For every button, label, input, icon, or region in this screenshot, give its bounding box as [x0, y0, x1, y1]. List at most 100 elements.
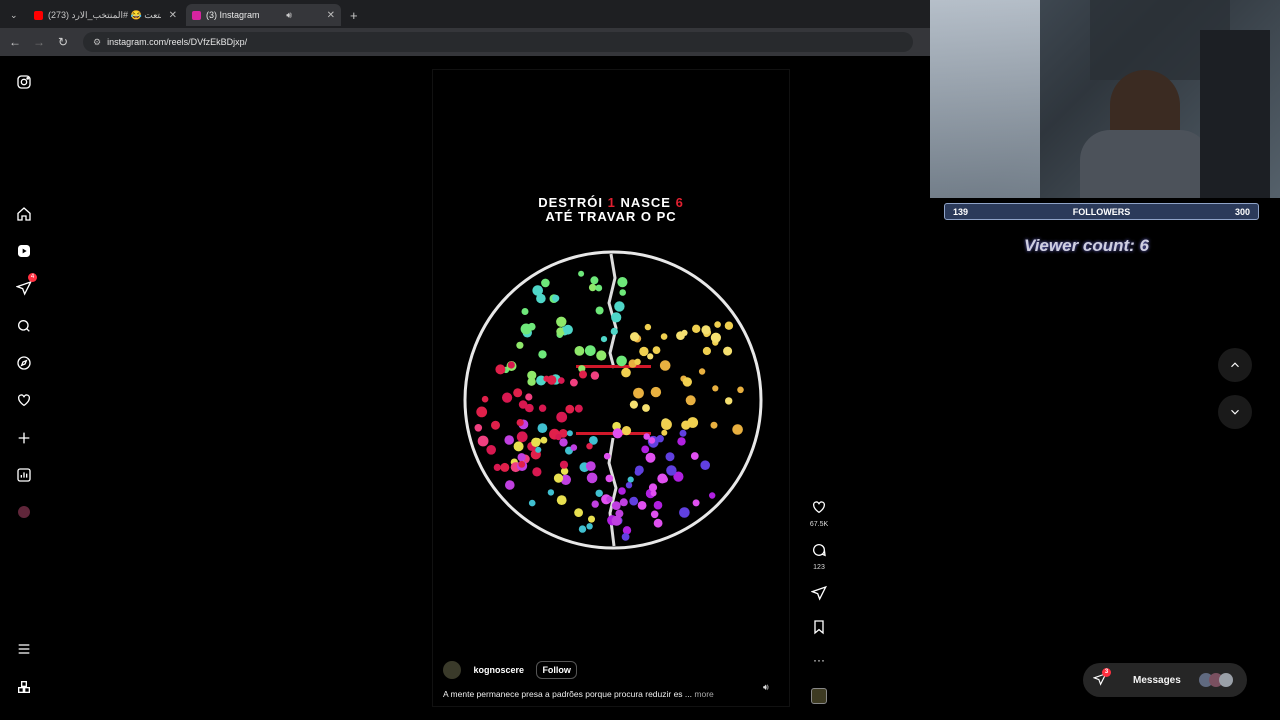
particle — [574, 404, 583, 413]
particle — [661, 419, 672, 430]
heart-icon[interactable] — [14, 390, 34, 410]
next-reel-button[interactable] — [1218, 395, 1252, 429]
close-tab-icon[interactable]: ✕ — [319, 10, 335, 21]
audio-thumbnail[interactable] — [808, 688, 830, 704]
speaker-icon[interactable]: 🔊︎ — [286, 10, 292, 21]
profile-avatar-icon[interactable] — [14, 502, 34, 522]
particle — [714, 321, 721, 328]
red-bar-top — [576, 365, 651, 368]
title-number: 1 — [607, 195, 616, 210]
dashboard-icon[interactable] — [14, 465, 34, 485]
explore-icon[interactable] — [14, 353, 34, 373]
follow-button[interactable]: Follow — [536, 661, 577, 679]
particle — [648, 483, 658, 492]
particle — [535, 446, 542, 453]
share-icon — [810, 585, 827, 601]
tab-search-button[interactable]: ⌄ — [4, 4, 24, 26]
message-avatars — [1199, 673, 1233, 687]
viewer-count: Viewer count: 6 — [1024, 236, 1150, 255]
previous-reel-button[interactable] — [1218, 348, 1252, 382]
particle — [614, 301, 625, 312]
particle — [559, 438, 568, 447]
site-info-icon[interactable]: ⚙ — [93, 37, 101, 48]
new-tab-button[interactable]: + — [344, 4, 362, 26]
particle — [665, 452, 675, 462]
chevron-down-icon: ⌄ — [10, 9, 18, 20]
particle — [605, 474, 614, 483]
particle — [516, 431, 528, 443]
more-options-icon[interactable]: ··· — [808, 653, 830, 667]
particle — [652, 346, 661, 354]
bookmark-icon — [814, 620, 824, 635]
particle — [650, 490, 657, 497]
particle — [702, 346, 711, 356]
particle — [513, 441, 524, 452]
title-part: DESTRÓI — [538, 195, 608, 210]
particle — [650, 386, 662, 398]
particle — [591, 500, 599, 508]
particle — [677, 437, 686, 446]
particle — [610, 327, 618, 335]
search-icon[interactable] — [14, 316, 34, 336]
crack-line-top — [607, 253, 618, 369]
particle — [629, 496, 639, 506]
direct-messages-icon[interactable]: 4 — [14, 273, 37, 298]
tab-title: (273) ابتعت 😂 #المنتخب_الارد... — [48, 9, 161, 20]
particle — [505, 480, 515, 490]
comment-action[interactable]: 123 — [808, 542, 830, 571]
reload-icon[interactable]: ↻ — [51, 35, 75, 49]
particle — [653, 518, 663, 528]
home-icon[interactable] — [14, 204, 34, 224]
particle — [558, 377, 565, 384]
reels-icon[interactable] — [14, 241, 34, 261]
author-avatar[interactable] — [443, 661, 461, 679]
instagram-logo-icon[interactable] — [14, 72, 34, 92]
messages-button[interactable]: 3 Messages — [1083, 663, 1247, 697]
particle — [659, 360, 671, 371]
particle — [679, 429, 687, 437]
particle — [516, 341, 524, 349]
particle — [493, 463, 501, 471]
chair-graphic — [1200, 30, 1270, 198]
particle — [516, 419, 524, 427]
url-field[interactable]: ⚙ instagram.com/reels/DVfzEkBDjxp/ — [83, 32, 913, 52]
particle — [627, 476, 634, 483]
tab-instagram[interactable]: (3) Instagram 🔊︎ ✕ — [186, 4, 341, 26]
tab-youtube[interactable]: (273) ابتعت 😂 #المنتخب_الارد... ✕ — [28, 4, 183, 26]
followers-label: FOLLOWERS — [1072, 206, 1131, 217]
particle — [538, 404, 547, 412]
particle — [525, 403, 534, 413]
back-icon[interactable]: ← — [3, 35, 27, 49]
particle — [657, 473, 668, 484]
title-number: 6 — [675, 195, 684, 210]
particle — [633, 387, 644, 399]
caption-more-link[interactable]: more — [694, 689, 713, 699]
author-username[interactable]: kognoscere — [473, 665, 524, 675]
save-button[interactable] — [808, 619, 830, 640]
reel-info: kognoscere Follow A mente permanece pres… — [443, 661, 783, 699]
mute-toggle-icon[interactable]: 🔊︎ — [763, 682, 769, 693]
title-line-2: ATÉ TRAVAR O PC — [545, 209, 677, 224]
particle — [617, 277, 628, 288]
particle — [709, 492, 716, 499]
particle — [588, 283, 597, 292]
create-icon[interactable] — [14, 428, 34, 448]
share-button[interactable] — [808, 585, 830, 606]
particle — [590, 276, 599, 285]
forward-icon[interactable]: → — [27, 35, 51, 49]
particle — [532, 285, 543, 296]
like-action[interactable]: 67.5K — [808, 499, 830, 528]
reel-video[interactable]: DESTRÓI 1 NASCE 6 ATÉ TRAVAR O PC kognos… — [432, 69, 790, 707]
particle — [645, 452, 656, 463]
title-part: NASCE — [615, 195, 676, 210]
particle — [578, 525, 587, 533]
also-from-meta-icon[interactable] — [14, 677, 34, 697]
particle — [621, 533, 630, 541]
particle — [532, 467, 542, 477]
close-tab-icon[interactable]: ✕ — [161, 10, 177, 21]
particle — [616, 355, 627, 367]
particle — [596, 350, 607, 361]
instagram-favicon-icon — [192, 10, 201, 20]
menu-icon[interactable] — [14, 639, 34, 659]
particle — [710, 332, 721, 343]
